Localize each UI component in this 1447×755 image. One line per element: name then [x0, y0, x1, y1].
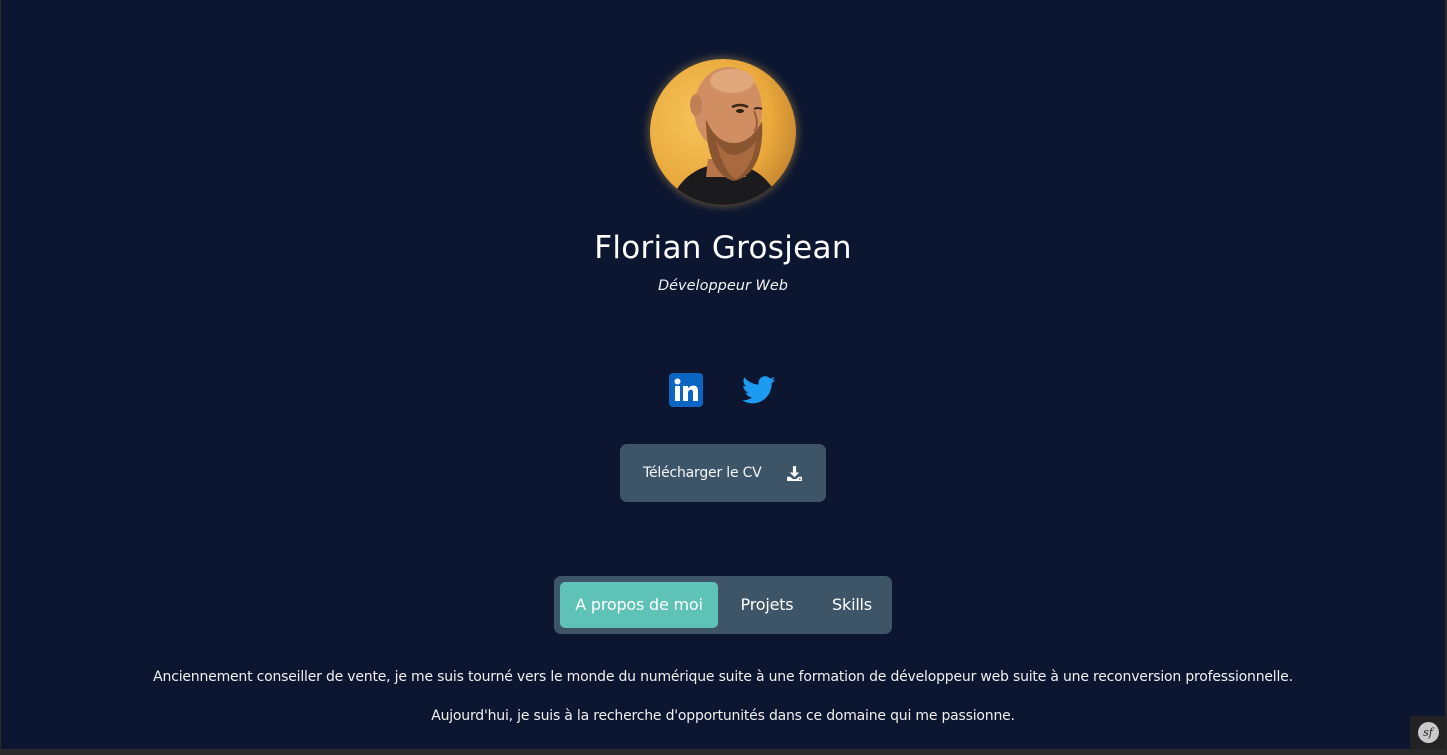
symfony-logo-icon: sf	[1417, 722, 1439, 743]
about-paragraph: Aujourd'hui, je suis à la recherche d'op…	[431, 708, 1015, 724]
profile-avatar	[650, 59, 796, 205]
profile-photo-icon	[650, 59, 796, 205]
profile-role: Développeur Web	[657, 278, 789, 294]
profile-name: Florian Grosjean	[594, 230, 852, 266]
tab-about[interactable]: A propos de moi	[560, 582, 718, 628]
twitter-icon	[741, 376, 776, 404]
debug-toolbar-toggle[interactable]: sf	[1410, 716, 1446, 749]
tab-skills[interactable]: Skills	[819, 582, 885, 628]
download-cv-label: Télécharger le CV	[643, 465, 762, 481]
section-tabs: A propos de moi Projets Skills	[554, 576, 892, 634]
window-bottom-border	[0, 749, 1447, 755]
tab-projects[interactable]: Projets	[726, 582, 808, 628]
about-paragraph: Anciennement conseiller de vente, je me …	[153, 669, 1293, 685]
download-icon	[787, 465, 802, 481]
linkedin-icon	[669, 373, 703, 407]
download-cv-button[interactable]: Télécharger le CV	[620, 444, 826, 502]
twitter-link[interactable]	[741, 373, 776, 407]
linkedin-link[interactable]	[669, 373, 703, 407]
page: Florian Grosjean Développeur Web Télécha…	[1, 0, 1445, 749]
